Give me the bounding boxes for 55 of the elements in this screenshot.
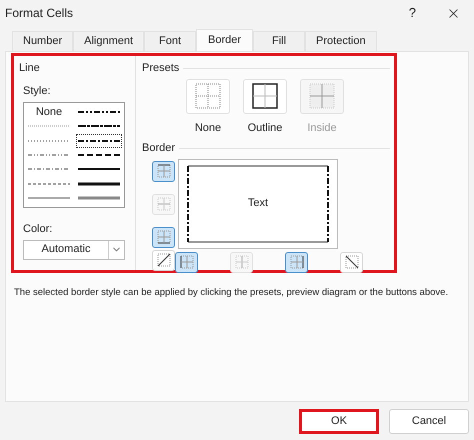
dialog-button[interactable]: Cancel — [389, 408, 469, 434]
group-title: Line — [19, 61, 41, 76]
preset-label: Inside — [307, 120, 337, 136]
inside-border-icon — [309, 83, 335, 109]
line-sample-icon — [28, 167, 70, 172]
tab[interactable]: Number — [12, 31, 74, 51]
preset-button[interactable] — [243, 78, 287, 114]
tab[interactable]: Alignment — [73, 31, 144, 51]
style-label: Style: — [23, 84, 52, 98]
tab[interactable]: Font — [144, 31, 196, 51]
preset-label: None — [194, 120, 222, 136]
line-sample-icon — [78, 138, 120, 143]
window-title: Format Cells — [5, 5, 74, 22]
border-toggle-button[interactable] — [285, 252, 308, 272]
line-style-list[interactable]: None — [23, 102, 125, 208]
diagonal-border-icon — [156, 253, 170, 267]
preview-text: Text — [248, 196, 268, 212]
line-sample-icon — [28, 196, 70, 200]
border-toggle-button[interactable] — [175, 252, 198, 272]
dialog-button[interactable]: OK — [299, 408, 379, 434]
color-label: Color: — [23, 222, 54, 237]
outline-border-icon — [252, 83, 278, 109]
border-grid-icon — [234, 255, 248, 269]
preset-label: Outline — [248, 120, 282, 136]
tab[interactable]: Fill — [253, 31, 306, 51]
border-toggle-button[interactable] — [152, 226, 175, 248]
dropdown-value: Automatic — [40, 242, 92, 258]
group-title: Border — [142, 141, 176, 156]
line-sample-icon — [28, 124, 70, 128]
border-preview[interactable]: Text — [178, 158, 338, 248]
line-sample-icon — [78, 167, 120, 172]
line-sample-icon — [28, 152, 70, 157]
border-grid-icon — [180, 255, 194, 269]
border-grid-icon — [156, 197, 170, 211]
line-sample-icon — [28, 138, 70, 143]
border-grid-icon — [156, 164, 170, 178]
border-grid-icon — [290, 255, 304, 269]
group-title: Presets — [142, 61, 180, 76]
line-sample-icon — [78, 182, 120, 186]
border-toggle-button[interactable] — [152, 160, 175, 182]
tab[interactable]: Protection — [305, 31, 377, 51]
line-style-option[interactable] — [76, 134, 122, 148]
tab[interactable]: Border — [196, 29, 254, 51]
line-style-option[interactable]: None — [26, 105, 72, 120]
no-border-icon — [195, 83, 221, 109]
description-text: The selected border style can be applied by clicking the presets, preview diagram or the buttons above. — [14, 287, 448, 299]
line-sample-icon — [78, 152, 120, 157]
line-sample-icon — [78, 110, 120, 114]
line-sample-icon — [28, 182, 70, 186]
color-dropdown[interactable]: Automatic — [23, 240, 125, 260]
line-sample-icon — [78, 124, 120, 128]
diagonal-border-icon — [344, 255, 358, 269]
help-button[interactable]: ? — [408, 3, 416, 23]
border-grid-icon — [156, 230, 170, 244]
line-sample-icon — [78, 196, 120, 200]
